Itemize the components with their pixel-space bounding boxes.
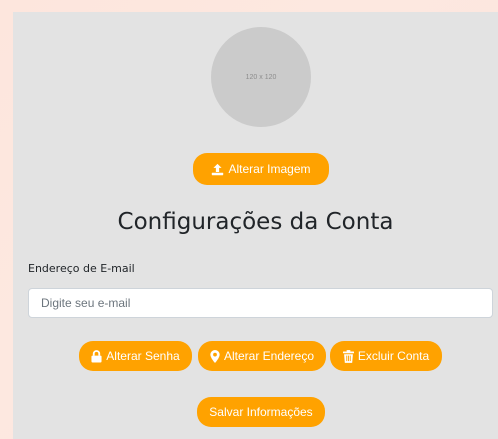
- upload-icon: [212, 163, 224, 175]
- change-address-label: Alterar Endereço: [223, 349, 315, 363]
- map-marker-icon: [210, 349, 220, 363]
- email-label: Endereço de E-mail: [28, 262, 135, 275]
- trash-icon: [342, 349, 354, 363]
- avatar-placeholder-text: 120 x 120: [245, 73, 277, 81]
- change-password-label: Alterar Senha: [106, 349, 180, 363]
- change-image-label: Alterar Imagem: [228, 162, 311, 176]
- save-button[interactable]: Salvar Informações: [197, 397, 325, 427]
- avatar-placeholder: 120 x 120: [211, 27, 311, 127]
- email-field[interactable]: [28, 288, 493, 318]
- delete-account-label: Excluir Conta: [357, 349, 430, 363]
- change-image-button[interactable]: Alterar Imagem: [193, 153, 329, 185]
- change-address-button[interactable]: Alterar Endereço: [198, 341, 326, 371]
- settings-panel: 120 x 120 Alterar Imagem Configurações d…: [13, 12, 498, 439]
- save-label: Salvar Informações: [209, 405, 313, 419]
- delete-account-button[interactable]: Excluir Conta: [330, 341, 442, 371]
- page-title: Configurações da Conta: [117, 209, 394, 235]
- lock-icon: [91, 349, 102, 362]
- change-password-button[interactable]: Alterar Senha: [79, 341, 192, 371]
